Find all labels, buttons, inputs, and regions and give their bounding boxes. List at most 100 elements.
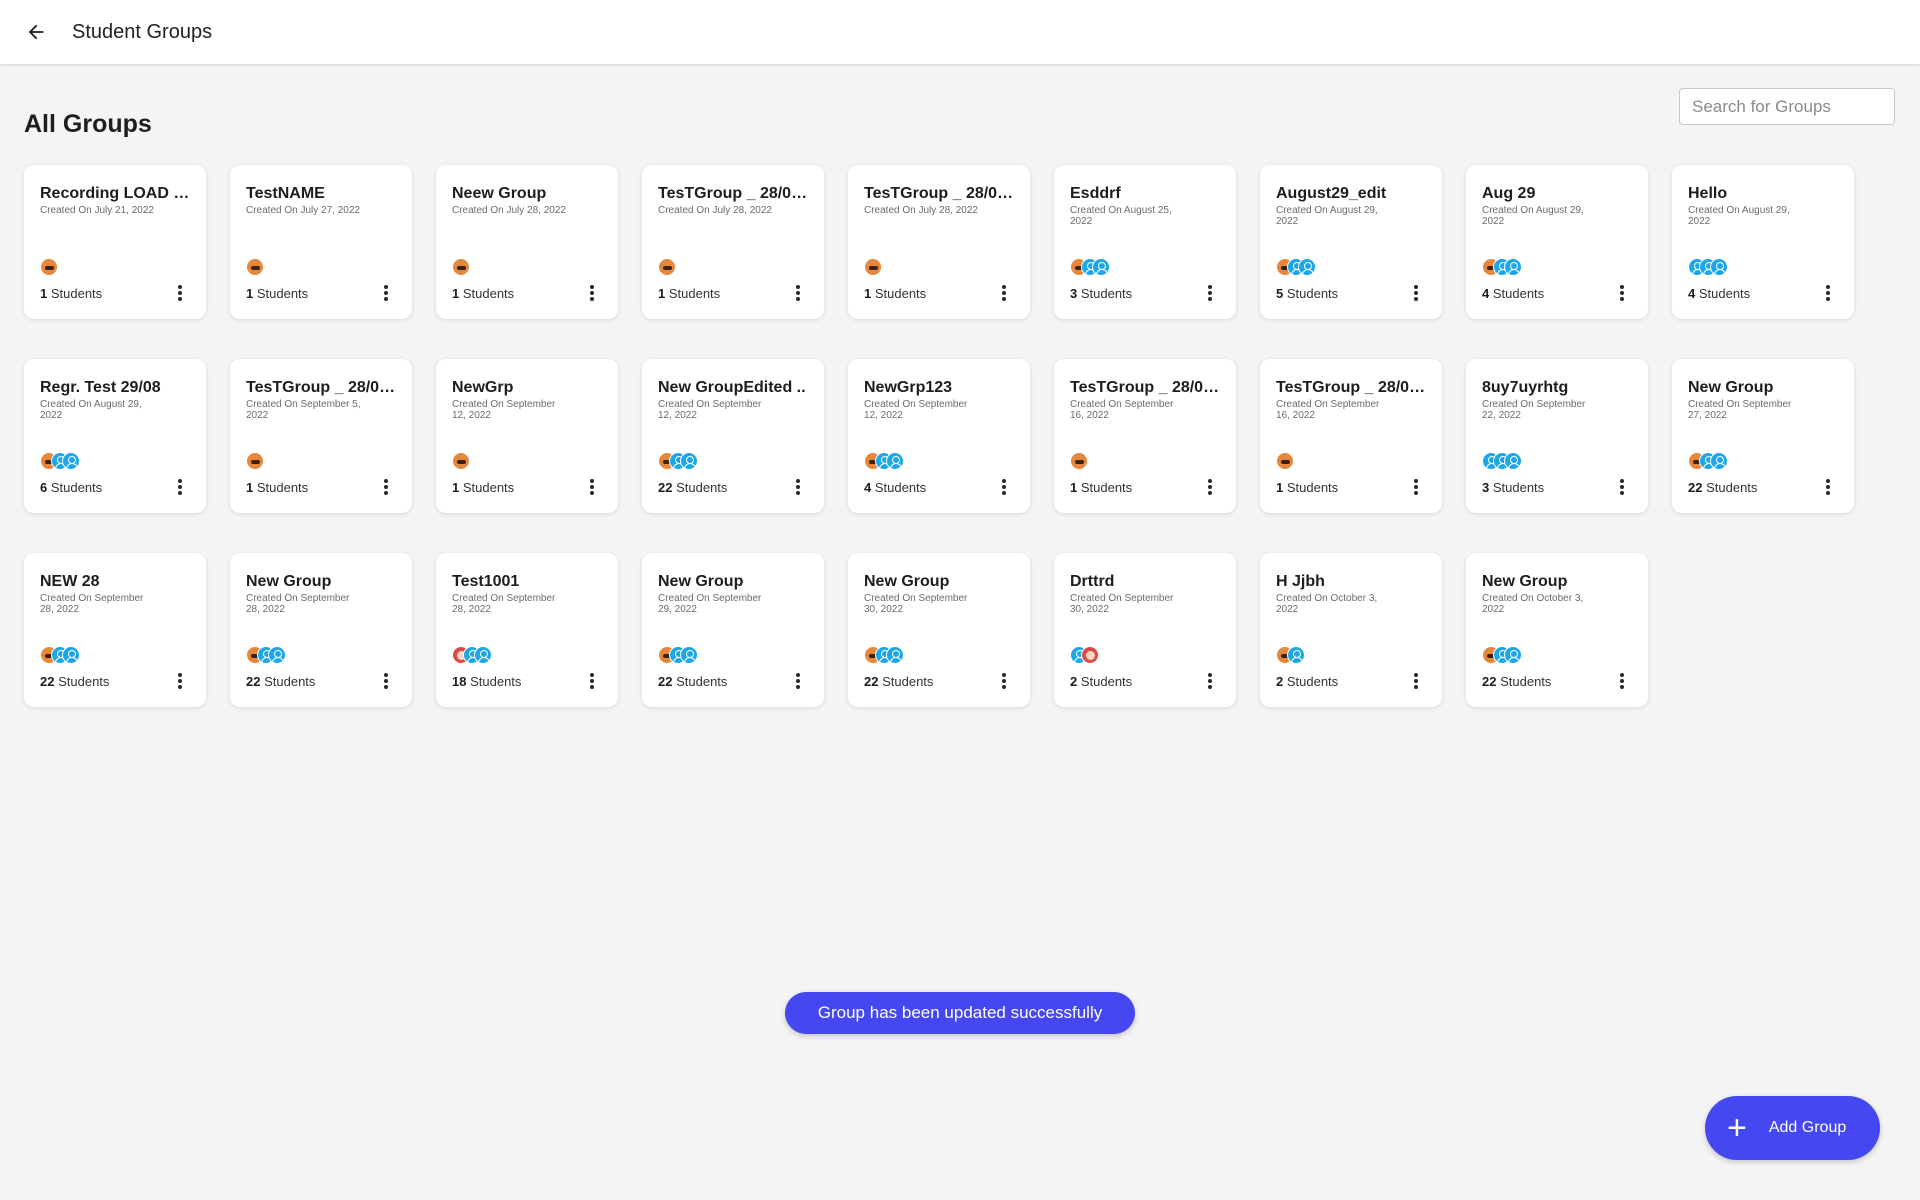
group-card[interactable]: New GroupEdited .. Created On September 1… [642,359,824,513]
more-vert-icon[interactable] [1408,671,1424,691]
more-vert-icon[interactable] [584,477,600,497]
more-vert-icon[interactable] [1614,477,1630,497]
student-count-label: Students [58,674,110,689]
student-count-label: Students [1080,674,1133,689]
student-count: 2 Students [1276,674,1338,689]
group-card[interactable]: Test1001 Created On September 28, 2022 18 … [436,553,618,707]
group-card[interactable]: TestNAME Created On July 27, 2022 1 Studen… [230,165,412,319]
group-card[interactable]: NEW 28 Created On September 28, 2022 22 St… [24,553,206,707]
group-name: Hello [1688,185,1728,202]
group-name: TesTGroup _ 28/07.. [1276,379,1426,396]
default-avatar-icon [1092,258,1110,276]
student-avatars [658,258,676,276]
more-vert-icon[interactable] [1202,477,1218,497]
group-card[interactable]: H Jjbh Created On October 3, 2022 2 Studen… [1260,553,1442,707]
avatar [452,452,470,470]
more-vert-icon[interactable] [378,671,394,691]
student-count-number: 1 [246,286,254,301]
student-count-label: Students [1492,286,1545,301]
back-button[interactable] [16,12,56,52]
group-card[interactable]: Hello Created On August 29, 2022 4 Student… [1672,165,1854,319]
avatar [1276,452,1294,470]
success-toast: Group has been updated successfully [785,992,1135,1034]
student-count-label: Students [1492,480,1545,495]
student-avatars [864,646,904,664]
group-name: TestNAME [246,185,325,202]
student-count-label: Students [874,286,927,301]
more-vert-icon[interactable] [996,283,1012,303]
groups-grid: Recording LOAD T.. Created On July 21, 20… [24,165,1854,707]
student-avatars [40,646,80,664]
add-group-button[interactable]: + Add Group [1705,1096,1880,1160]
group-card[interactable]: Aug 29 Created On August 29, 2022 4 Studen… [1466,165,1648,319]
student-avatars [1688,452,1728,470]
toast-message: Group has been updated successfully [817,1003,1103,1022]
default-avatar-icon [1710,452,1728,470]
student-avatars [246,452,264,470]
group-card[interactable]: TesTGroup _ 28/07.. Created On September … [230,359,412,513]
student-count: 22 Students [1482,674,1551,689]
group-card[interactable]: Neew Group Created On July 28, 2022 1 Stud… [436,165,618,319]
more-vert-icon[interactable] [584,283,600,303]
student-count-label: Students [470,674,522,689]
student-count-number: 1 [452,286,460,301]
more-vert-icon[interactable] [1820,283,1836,303]
group-name: Aug 29 [1482,185,1536,202]
student-count-number: 1 [658,286,666,301]
more-vert-icon[interactable] [790,671,806,691]
student-count: 4 Students [1482,286,1544,301]
more-vert-icon[interactable] [1820,477,1836,497]
student-count-number: 2 [1276,674,1284,689]
more-vert-icon[interactable] [1614,671,1630,691]
student-count-number: 1 [40,286,48,301]
group-card[interactable]: New Group Created On September 27, 2022 22… [1672,359,1854,513]
more-vert-icon[interactable] [172,283,188,303]
more-vert-icon[interactable] [1202,283,1218,303]
student-count-label: Students [676,674,728,689]
more-vert-icon[interactable] [1614,283,1630,303]
more-vert-icon[interactable] [996,477,1012,497]
group-card[interactable]: NewGrp Created On September 12, 2022 1 Stu… [436,359,618,513]
group-created-date: Created On September 27, 2022 [1688,399,1792,421]
group-name: Esddrf [1070,185,1121,202]
group-card[interactable]: NewGrp123 Created On September 12, 2022 4 … [848,359,1030,513]
more-vert-icon[interactable] [1408,477,1424,497]
more-vert-icon[interactable] [172,671,188,691]
group-card[interactable]: New Group Created On September 30, 2022 22… [848,553,1030,707]
student-count: 4 Students [864,480,926,495]
student-count-number: 22 [864,674,879,689]
more-vert-icon[interactable] [996,671,1012,691]
group-card[interactable]: New Group Created On September 28, 2022 22… [230,553,412,707]
more-vert-icon[interactable] [1202,671,1218,691]
group-card[interactable]: TesTGroup _ 28/07.. Created On September … [1054,359,1236,513]
group-card[interactable]: TesTGroup _ 28/07.. Created On September … [1260,359,1442,513]
student-count-label: Students [1286,674,1339,689]
group-card[interactable]: New Group Created On September 29, 2022 22… [642,553,824,707]
group-card[interactable]: Drttrd Created On September 30, 2022 2 Stu… [1054,553,1236,707]
group-card[interactable]: Esddrf Created On August 25, 2022 3 Studen… [1054,165,1236,319]
group-card[interactable]: 8uy7uyrhtg Created On September 22, 2022 3… [1466,359,1648,513]
group-card[interactable]: Recording LOAD T.. Created On July 21, 20… [24,165,206,319]
group-card[interactable]: New Group Created On October 3, 2022 22 St… [1466,553,1648,707]
more-vert-icon[interactable] [378,283,394,303]
student-count: 22 Students [246,674,315,689]
search-input[interactable] [1679,88,1895,125]
group-created-date: Created On September 28, 2022 [246,593,350,615]
student-count-number: 3 [1070,286,1078,301]
group-card[interactable]: TesTGroup _ 28/07.. Created On July 28, 2… [642,165,824,319]
more-vert-icon[interactable] [378,477,394,497]
more-vert-icon[interactable] [584,671,600,691]
avatar [40,258,58,276]
group-card[interactable]: August29_edit Created On August 29, 2022 5… [1260,165,1442,319]
more-vert-icon[interactable] [790,283,806,303]
student-count-number: 6 [40,480,48,495]
more-vert-icon[interactable] [172,477,188,497]
group-card[interactable]: TesTGroup _ 28/07.. Created On July 28, 2… [848,165,1030,319]
group-created-date: Created On September 16, 2022 [1070,399,1174,421]
more-vert-icon[interactable] [1408,283,1424,303]
avatar [246,452,264,470]
group-card[interactable]: Regr. Test 29/08 Created On August 29, 20… [24,359,206,513]
default-avatar-icon [62,646,80,664]
more-vert-icon[interactable] [790,477,806,497]
avatar [1081,646,1099,664]
